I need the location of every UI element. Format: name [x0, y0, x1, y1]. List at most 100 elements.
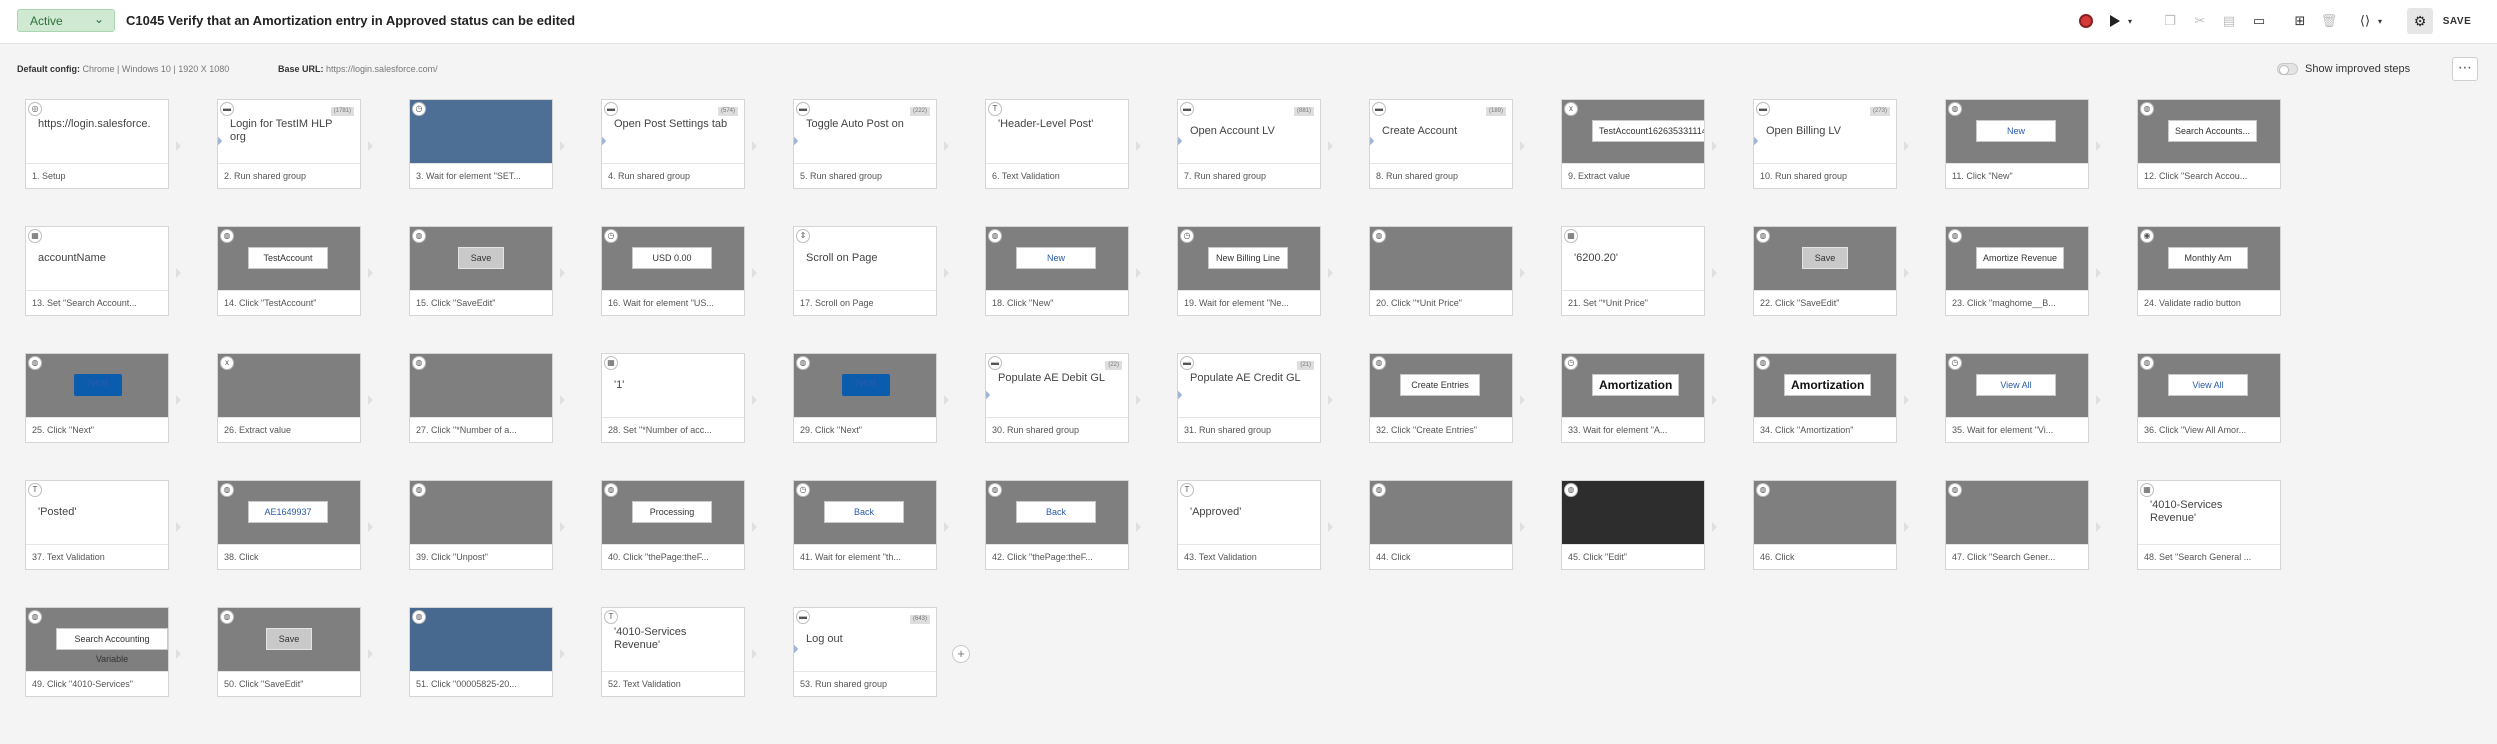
step-card[interactable]: ▬ Open Billing LV (273) 10. Run shared grou… — [1753, 99, 1897, 189]
clipboard-icon[interactable]: ▤ — [2219, 11, 2239, 31]
step-card[interactable]: ◍ AE1649937 38. Click — [217, 480, 361, 570]
step-card[interactable]: ◍ Back 42. Click "thePage:theF... — [985, 480, 1129, 570]
step-card[interactable]: T 'Header-Level Post' 6. Text Validation — [985, 99, 1129, 189]
mouse-icon: ◍ — [1756, 356, 1770, 370]
step-card[interactable]: ◷ USD 0.00 16. Wait for element "US... — [601, 226, 745, 316]
step-caption: 4. Run shared group — [602, 163, 744, 188]
step-card[interactable]: ◍ New 18. Click "New" — [985, 226, 1129, 316]
add-group-icon[interactable]: ⊞ — [2290, 11, 2310, 31]
step-card[interactable]: ◍ 20. Click "*Unit Price" — [1369, 226, 1513, 316]
run-options-chevron-icon[interactable]: ▾ — [2125, 11, 2135, 31]
default-config-value[interactable]: Chrome | Windows 10 | 1920 X 1080 — [83, 64, 230, 74]
step-card[interactable]: ◍ 44. Click — [1369, 480, 1513, 570]
step-card[interactable]: ▦ '4010-Services Revenue' 48. Set "Search … — [2137, 480, 2281, 570]
step-thumbnail — [410, 608, 552, 671]
base-url-value[interactable]: https://login.salesforce.com/ — [326, 64, 438, 74]
step-card[interactable]: ◷ Amortization 33. Wait for element "A... — [1561, 353, 1705, 443]
step-card[interactable]: ▬ Populate AE Debit GL (22) 30. Run shared … — [985, 353, 1129, 443]
step-card[interactable]: ▬ Populate AE Credit GL (21) 31. Run shared… — [1177, 353, 1321, 443]
step-card[interactable]: ◉ Monthly Am 24. Validate radio button — [2137, 226, 2281, 316]
step-card[interactable]: ◍ 51. Click "00005825-20... — [409, 607, 553, 697]
step-card[interactable]: ◷ New Billing Line 19. Wait for element "N… — [1177, 226, 1321, 316]
step-caption: 12. Click "Search Accou... — [2138, 163, 2280, 188]
step-card[interactable]: ◍ Amortize Revenue 23. Click "maghome__B..… — [1945, 226, 2089, 316]
clock-icon: ◷ — [412, 102, 426, 116]
step-summary: accountName — [38, 252, 106, 264]
step-card[interactable]: ◍ Save 15. Click "SaveEdit" — [409, 226, 553, 316]
step-caption: 15. Click "SaveEdit" — [410, 290, 552, 315]
step-summary: '4010-Services Revenue' — [614, 626, 687, 651]
step-card[interactable]: ◍ 39. Click "Unpost" — [409, 480, 553, 570]
step-card[interactable]: ◍ Next 25. Click "Next" — [25, 353, 169, 443]
step-card[interactable]: ▬ Toggle Auto Post on (222) 5. Run shared g… — [793, 99, 937, 189]
step-caption: 46. Click — [1754, 544, 1896, 569]
mouse-icon: ◍ — [988, 229, 1002, 243]
step-card[interactable]: ◍ Save 50. Click "SaveEdit" — [217, 607, 361, 697]
step-card[interactable]: ▬ Create Account (189) 8. Run shared group — [1369, 99, 1513, 189]
step-card[interactable]: ◍ Create Entries 32. Click "Create Entries… — [1369, 353, 1513, 443]
test-title[interactable]: C1045 Verify that an Amortization entry … — [126, 13, 575, 28]
step-card[interactable]: ◷ View All 35. Wait for element "Vi... — [1945, 353, 2089, 443]
step-card[interactable]: ▦ '1' 28. Set "*Number of acc... — [601, 353, 745, 443]
step-thumbnail: 'Posted' — [26, 481, 168, 544]
step-card[interactable]: ◍ Processing 40. Click "thePage:theF... — [601, 480, 745, 570]
copy-icon[interactable]: ❐ — [2160, 11, 2180, 31]
add-step-button[interactable]: + — [952, 645, 970, 663]
clock-icon: ◷ — [1180, 229, 1194, 243]
step-card[interactable]: T 'Posted' 37. Text Validation — [25, 480, 169, 570]
step-caption: 7. Run shared group — [1178, 163, 1320, 188]
step-card[interactable]: x TestAccount1626353311142 9. Extract valu… — [1561, 99, 1705, 189]
tag-icon[interactable] — [2265, 11, 2279, 31]
step-card[interactable]: ⇕ Scroll on Page 17. Scroll on Page — [793, 226, 937, 316]
step-card[interactable]: ◍ Search Accounts... 12. Click "Search Acc… — [2137, 99, 2281, 189]
step-card[interactable]: ◷ 3. Wait for element "SET... — [409, 99, 553, 189]
step-card[interactable]: x 26. Extract value — [217, 353, 361, 443]
more-options-button[interactable]: ⋯ — [2452, 57, 2478, 81]
record-button[interactable] — [2076, 11, 2096, 31]
step-caption: 11. Click "New" — [1946, 163, 2088, 188]
step-connector-arrow — [944, 522, 949, 532]
step-card[interactable]: ▬ Open Post Settings tab (574) 4. Run share… — [601, 99, 745, 189]
step-card[interactable]: ◍ 27. Click "*Number of a... — [409, 353, 553, 443]
step-caption: 34. Click "Amortization" — [1754, 417, 1896, 442]
step-card[interactable]: ▬ Login for TestIM HLP org (1781) 2. Run sh… — [217, 99, 361, 189]
step-card[interactable]: ◍ Amortization 34. Click "Amortization" — [1753, 353, 1897, 443]
step-card[interactable]: ◍ Next 29. Click "Next" — [793, 353, 937, 443]
step-connector-arrow — [1328, 522, 1333, 532]
mouse-icon: ◍ — [1372, 356, 1386, 370]
step-card[interactable]: ▬ Log out (643) 53. Run shared group — [793, 607, 937, 697]
step-card[interactable]: ◍ Search Accounting Variable 49. Click "40… — [25, 607, 169, 697]
mouse-icon: ◍ — [1948, 229, 1962, 243]
step-card[interactable]: ▦ accountName 13. Set "Search Account... — [25, 226, 169, 316]
step-card[interactable]: ◍ New 11. Click "New" — [1945, 99, 2089, 189]
delete-icon[interactable]: 🗑 — [2319, 11, 2339, 31]
step-card[interactable]: ◍ View All 36. Click "View All Amor... — [2137, 353, 2281, 443]
code-icon[interactable]: ⟨⟩ — [2355, 11, 2375, 31]
show-improved-steps-toggle[interactable] — [2277, 63, 2298, 75]
code-options-chevron-icon[interactable]: ▾ — [2375, 11, 2385, 31]
step-card[interactable]: T 'Approved' 43. Text Validation — [1177, 480, 1321, 570]
cut-icon[interactable]: ✂ — [2190, 11, 2210, 31]
step-connector-arrow — [176, 268, 181, 278]
step-card[interactable]: ◍ 45. Click "Edit" — [1561, 480, 1705, 570]
step-card[interactable]: ◎ https://login.salesforce. 1. Setup — [25, 99, 169, 189]
step-caption: 52. Text Validation — [602, 671, 744, 696]
step-thumbnail: TestAccount1626353311142 — [1562, 100, 1704, 163]
step-card[interactable]: T '4010-Services Revenue' 52. Text Validat… — [601, 607, 745, 697]
step-card[interactable]: ◍ Save 22. Click "SaveEdit" — [1753, 226, 1897, 316]
step-card[interactable]: ◷ Back 41. Wait for element "th... — [793, 480, 937, 570]
step-card[interactable]: ▦ '6200.20' 21. Set "*Unit Price" — [1561, 226, 1705, 316]
step-connector-arrow — [944, 141, 949, 151]
step-card[interactable]: ◍ 47. Click "Search Gener... — [1945, 480, 2089, 570]
step-screenshot-label: Next — [74, 374, 122, 396]
run-button[interactable] — [2105, 11, 2125, 31]
step-card[interactable]: ◍ TestAccount 14. Click "TestAccount" — [217, 226, 361, 316]
step-caption: 44. Click — [1370, 544, 1512, 569]
step-thumbnail: Search Accounts... — [2138, 100, 2280, 163]
settings-button[interactable]: ⚙ — [2407, 8, 2433, 34]
step-card[interactable]: ▬ Open Account LV (881) 7. Run shared group — [1177, 99, 1321, 189]
step-card[interactable]: ◍ 46. Click — [1753, 480, 1897, 570]
save-button[interactable]: SAVE — [2440, 10, 2474, 32]
step-connector-arrow — [1136, 268, 1141, 278]
status-select[interactable]: Active ⌄ — [17, 9, 115, 32]
